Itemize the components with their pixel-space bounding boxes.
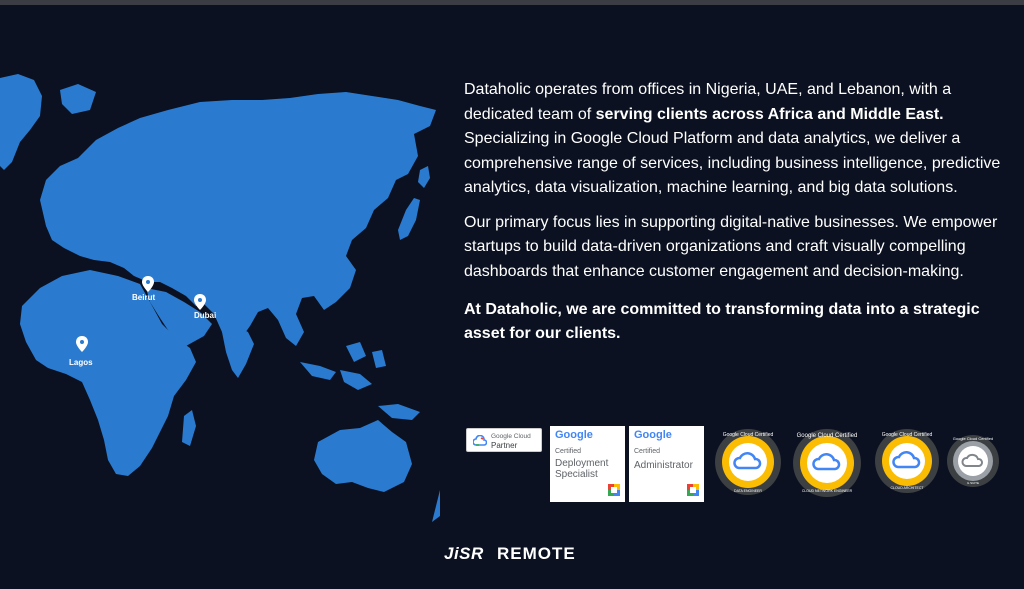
deployment-specialist-badge: Google Certified Deployment Specialist: [550, 426, 625, 502]
google-workspace-icon: [608, 484, 620, 496]
intro-paragraph: Dataholic operates from offices in Niger…: [464, 81, 1001, 196]
pin-label-dubai: Dubai: [194, 311, 216, 320]
google-logo-text: Google: [634, 429, 672, 441]
about-section: Dataholic operates from offices in Niger…: [464, 78, 1004, 346]
map-landmass: [0, 74, 440, 522]
google-logo-text: Google: [555, 429, 593, 441]
cloud-network-engineer-badge: Google Cloud Certified CLOUD NETWORK ENG…: [793, 429, 861, 497]
g-suite-badge: Google Cloud Certified G SUITE: [947, 435, 999, 487]
svg-text:Google Cloud Certified: Google Cloud Certified: [797, 433, 858, 439]
focus-paragraph: Our primary focus lies in supporting dig…: [464, 213, 998, 280]
svg-text:CLOUD ARCHITECT: CLOUD ARCHITECT: [890, 486, 924, 490]
svg-text:DATA ENGINEER: DATA ENGINEER: [734, 489, 762, 493]
pin-label-lagos: Lagos: [69, 358, 93, 367]
google-cloud-icon: [473, 435, 487, 446]
top-bar: [0, 0, 1024, 5]
world-map: Beirut Dubai Lagos: [0, 74, 440, 522]
svg-text:Google Cloud Certified: Google Cloud Certified: [723, 432, 774, 438]
brand-mark: JiSR: [444, 544, 484, 563]
pin-label-beirut: Beirut: [132, 293, 155, 302]
google-workspace-icon: [687, 484, 699, 496]
svg-text:CLOUD NETWORK ENGINEER: CLOUD NETWORK ENGINEER: [802, 489, 853, 493]
svg-text:Google Cloud Certified: Google Cloud Certified: [882, 432, 933, 438]
svg-text:Google Cloud Certified: Google Cloud Certified: [953, 436, 993, 441]
google-cloud-partner-badge: Google Cloud Partner: [466, 428, 542, 452]
svg-text:G SUITE: G SUITE: [967, 481, 979, 485]
certification-badges: Google Cloud Partner Google Certified De…: [466, 426, 1006, 506]
intro-highlight: serving clients across Africa and Middle…: [595, 105, 944, 123]
data-engineer-badge: Google Cloud Certified DATA ENGINEER: [715, 429, 781, 495]
cloud-architect-badge: Google Cloud Certified CLOUD ARCHITECT: [875, 429, 939, 493]
administrator-badge: Google Certified Administrator: [629, 426, 704, 502]
closing-statement: At Dataholic, we are committed to transf…: [464, 301, 980, 342]
brand-text: REMOTE: [497, 544, 576, 563]
